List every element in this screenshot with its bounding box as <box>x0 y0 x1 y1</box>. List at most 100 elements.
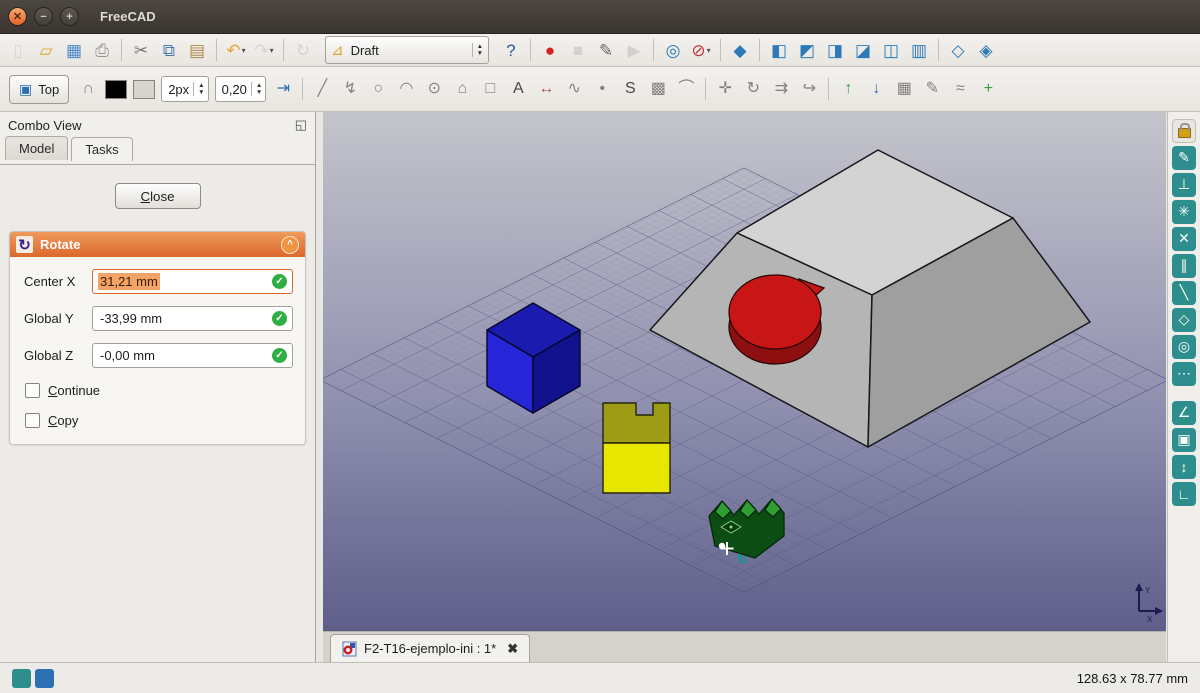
snap-intersection-icon[interactable]: ✕ <box>1172 226 1196 251</box>
tab-tasks[interactable]: Tasks <box>71 137 133 161</box>
float-panel-icon[interactable]: ◱ <box>295 117 307 133</box>
yellow-block-solid[interactable] <box>602 402 671 494</box>
draft-circle-icon[interactable]: ○ <box>366 77 390 101</box>
draft-bezier-icon[interactable]: ⌒ <box>674 77 698 101</box>
text-scale-arrows[interactable]: ▲ ▼ <box>250 81 262 97</box>
snap-grid-icon[interactable]: ✳ <box>1172 199 1196 224</box>
macro-stop-icon[interactable]: ■ <box>566 38 590 62</box>
global-z-input[interactable]: -0,00 mm ✓ <box>92 343 293 368</box>
print-icon[interactable]: ⎙ <box>90 38 114 62</box>
close-document-icon[interactable]: ✖ <box>507 641 518 657</box>
view-trimetric-icon[interactable]: ◈ <box>974 38 998 62</box>
draft-facebinder-icon[interactable]: ▩ <box>646 77 670 101</box>
tab-model[interactable]: Model <box>5 136 69 160</box>
snap-ortho-icon[interactable]: ∟ <box>1172 481 1196 506</box>
dropdown-arrow-icon[interactable]: ▾ <box>270 46 274 55</box>
draft-move-icon[interactable]: ✛ <box>713 77 737 101</box>
autogroup-icon[interactable]: ⇥ <box>271 77 295 101</box>
draft-polygon-icon[interactable]: ⌂ <box>450 77 474 101</box>
snap-extension-icon[interactable]: ╲ <box>1172 280 1196 305</box>
macro-execute-icon[interactable]: ▶ <box>622 38 646 62</box>
draft-wire-to-bspline-icon[interactable]: ≈ <box>948 77 972 101</box>
refresh-icon[interactable]: ↻ <box>291 38 315 62</box>
view-dimetric-icon[interactable]: ◇ <box>946 38 970 62</box>
dropdown-arrow-icon[interactable]: ▾ <box>707 46 711 55</box>
line-width-spinbox[interactable]: 2px ▲ ▼ <box>161 76 209 102</box>
rotate-task-box: ↻ Rotate ^ Center X 31,21 mm ✓ Global Y … <box>9 231 306 445</box>
copy-icon[interactable]: ⧉ <box>157 38 181 62</box>
workbench-selector[interactable]: ⊿ Draft ▲ ▼ <box>325 36 489 64</box>
text-scale-spinbox[interactable]: 0,20 ▲ ▼ <box>214 76 267 102</box>
maximize-window-button[interactable]: + <box>60 7 79 26</box>
new-document-icon[interactable]: ▯ <box>6 38 30 62</box>
open-document-icon[interactable]: ▱ <box>34 38 58 62</box>
draft-text-icon[interactable]: A <box>506 77 530 101</box>
minimize-window-button[interactable]: − <box>34 7 53 26</box>
snap-near-icon[interactable]: ⋯ <box>1172 361 1196 386</box>
snap-endpoint-icon[interactable]: ✎ <box>1172 145 1196 170</box>
snap-special-icon[interactable]: ◇ <box>1172 307 1196 332</box>
undo-icon[interactable]: ↶ ▾ <box>224 38 248 62</box>
workbench-selector-arrows[interactable]: ▲ ▼ <box>471 42 483 58</box>
continue-checkbox-row[interactable]: Continue <box>25 383 305 398</box>
draft-dimension-icon[interactable]: ↔ <box>534 77 558 101</box>
view-rear-icon[interactable]: ◪ <box>851 38 875 62</box>
draft-rectangle-icon[interactable]: □ <box>478 77 502 101</box>
close-window-button[interactable]: ✕ <box>8 7 27 26</box>
draft-line-icon[interactable]: ╱ <box>310 77 334 101</box>
freecad-window: { "window": { "title": "FreeCAD", "butto… <box>0 0 1200 693</box>
whats-this-icon[interactable]: ? <box>499 38 523 62</box>
paste-icon[interactable]: ▤ <box>185 38 209 62</box>
line-color-swatch[interactable] <box>105 79 128 99</box>
working-plane-button[interactable]: ▣ Top <box>9 74 70 104</box>
draft-rotate-icon[interactable]: ↻ <box>741 77 765 101</box>
draft-edit-icon[interactable]: ✎ <box>920 77 944 101</box>
dropdown-arrow-icon[interactable]: ▾ <box>242 46 246 55</box>
save-icon[interactable]: ▦ <box>62 38 86 62</box>
document-tab[interactable]: F2-T16-ejemplo-ini : 1* ✖ <box>330 634 531 662</box>
cut-icon[interactable]: ✂ <box>129 38 153 62</box>
red-knob-solid[interactable] <box>728 274 826 365</box>
draft-trimex-icon[interactable]: ↪ <box>797 77 821 101</box>
continue-checkbox[interactable] <box>25 383 40 398</box>
draft-ellipse-icon[interactable]: ⊙ <box>422 77 446 101</box>
snap-lock-icon[interactable] <box>1172 118 1196 143</box>
copy-checkbox-row[interactable]: Copy <box>25 413 305 428</box>
collapse-task-icon[interactable]: ^ <box>281 235 299 254</box>
draft-polyline-icon[interactable]: ↯ <box>338 77 362 101</box>
clipping-plane-icon[interactable]: ⊘ ▾ <box>689 38 713 62</box>
snap-angle-icon[interactable]: ∠ <box>1172 400 1196 425</box>
draft-offset-icon[interactable]: ⇉ <box>769 77 793 101</box>
draft-point-icon[interactable]: • <box>590 77 614 101</box>
draft-shapestring-icon[interactable]: S <box>618 77 642 101</box>
view-left-icon[interactable]: ▥ <box>907 38 931 62</box>
snap-perpendicular-icon[interactable]: ⊥ <box>1172 172 1196 197</box>
draft-add-point-icon[interactable]: + <box>976 77 1000 101</box>
draft-scale-icon[interactable]: ▦ <box>892 77 916 101</box>
draft-arc-icon[interactable]: ◠ <box>394 77 418 101</box>
line-width-arrows[interactable]: ▲ ▼ <box>193 81 205 97</box>
view-bottom-icon[interactable]: ◫ <box>879 38 903 62</box>
close-task-button[interactable]: Close <box>114 183 201 209</box>
view-front-icon[interactable]: ◧ <box>767 38 791 62</box>
view-top-icon[interactable]: ◩ <box>795 38 819 62</box>
global-y-input[interactable]: -33,99 mm ✓ <box>92 306 293 331</box>
draft-upgrade-icon[interactable]: ↑ <box>836 77 860 101</box>
draft-bspline-icon[interactable]: ∿ <box>562 77 586 101</box>
view-right-icon[interactable]: ◨ <box>823 38 847 62</box>
snap-dimensions-icon[interactable]: ↕ <box>1172 454 1196 479</box>
redo-icon[interactable]: ↷ ▾ <box>252 38 276 62</box>
face-color-swatch[interactable] <box>133 79 156 99</box>
snap-working-plane-icon[interactable]: ▣ <box>1172 427 1196 452</box>
zoom-fit-all-icon[interactable]: ◎ <box>661 38 685 62</box>
3d-viewport[interactable]: ↻ Y X <box>323 112 1166 631</box>
snap-toggle-icon[interactable]: ∩ <box>76 77 100 101</box>
macro-edit-icon[interactable]: ✎ <box>594 38 618 62</box>
copy-checkbox[interactable] <box>25 413 40 428</box>
snap-center-icon[interactable]: ◎ <box>1172 334 1196 359</box>
snap-parallel-icon[interactable]: ∥ <box>1172 253 1196 278</box>
view-axonometric-icon[interactable]: ◆ <box>728 38 752 62</box>
center-x-input[interactable]: 31,21 mm ✓ <box>92 269 293 294</box>
draft-downgrade-icon[interactable]: ↓ <box>864 77 888 101</box>
macro-record-icon[interactable]: ● <box>538 38 562 62</box>
